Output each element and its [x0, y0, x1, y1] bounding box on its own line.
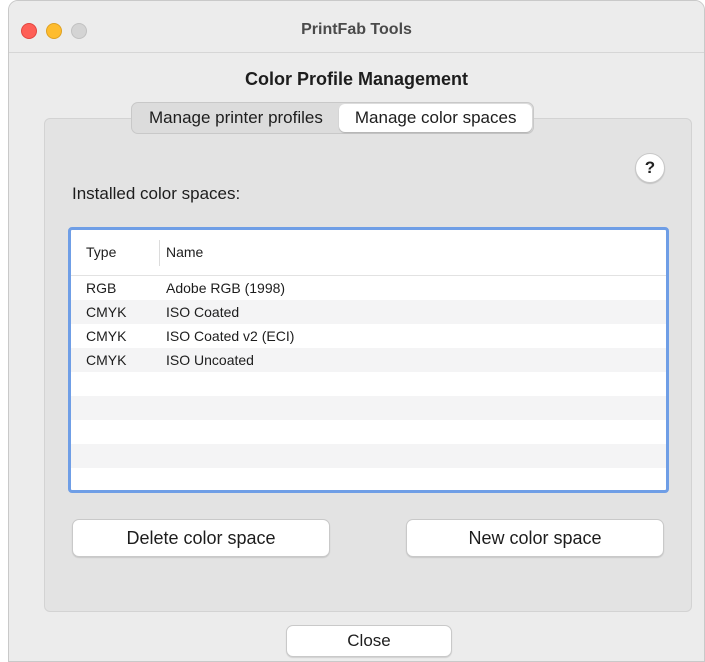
- cell-type: CMYK: [86, 304, 127, 320]
- help-button[interactable]: ?: [635, 153, 665, 183]
- app-window: PrintFab Tools Color Profile Management …: [8, 0, 705, 662]
- new-color-space-button[interactable]: New color space: [406, 519, 664, 557]
- cell-type: RGB: [86, 280, 117, 296]
- table-row[interactable]: CMYK ISO Uncoated: [71, 348, 666, 372]
- tab-manage-color-spaces[interactable]: Manage color spaces: [338, 104, 533, 132]
- empty-row: [71, 420, 666, 444]
- table-row[interactable]: CMYK ISO Coated v2 (ECI): [71, 324, 666, 348]
- close-button[interactable]: Close: [286, 625, 452, 657]
- cell-name: ISO Uncoated: [166, 352, 254, 368]
- title-bar: PrintFab Tools: [9, 1, 704, 53]
- tab-bar: Manage printer profiles Manage color spa…: [131, 102, 535, 134]
- tab-manage-printer-profiles[interactable]: Manage printer profiles: [133, 104, 339, 132]
- installed-color-spaces-label: Installed color spaces:: [72, 184, 241, 203]
- empty-row: [71, 396, 666, 420]
- color-spaces-table[interactable]: Type Name RGB Adobe RGB (1998) CMYK ISO …: [68, 227, 669, 493]
- section-title: Color Profile Management: [244, 69, 469, 89]
- delete-color-space-button[interactable]: Delete color space: [72, 519, 330, 557]
- empty-row: [71, 468, 666, 490]
- window-title: PrintFab Tools: [301, 21, 412, 38]
- empty-row: [71, 372, 666, 396]
- column-header-type[interactable]: Type: [86, 244, 116, 260]
- empty-row: [71, 444, 666, 468]
- cell-type: CMYK: [86, 328, 127, 344]
- cell-type: CMYK: [86, 352, 127, 368]
- column-divider: [159, 240, 160, 266]
- cell-name: ISO Coated v2 (ECI): [166, 328, 295, 344]
- table-header: Type Name: [71, 230, 666, 276]
- table-row[interactable]: RGB Adobe RGB (1998): [71, 276, 666, 300]
- column-header-name[interactable]: Name: [166, 244, 203, 260]
- table-row[interactable]: CMYK ISO Coated: [71, 300, 666, 324]
- cell-name: Adobe RGB (1998): [166, 280, 286, 296]
- cell-name: ISO Coated: [166, 304, 240, 320]
